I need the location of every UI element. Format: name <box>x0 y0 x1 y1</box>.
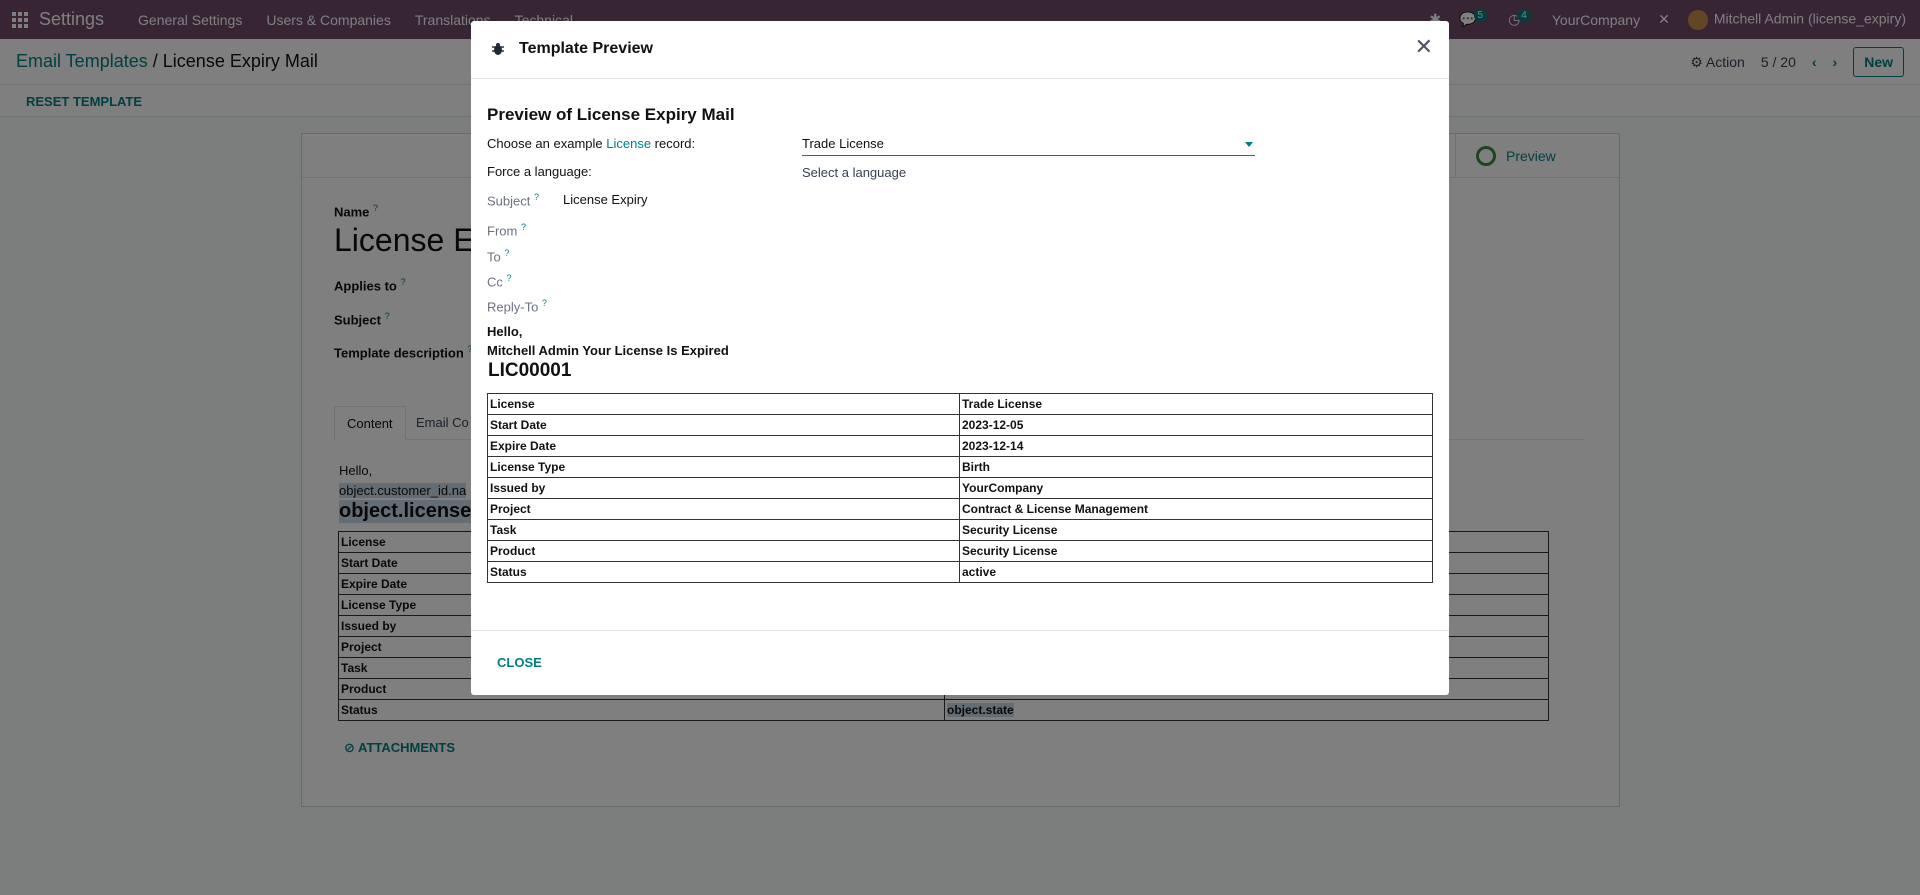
bug-icon <box>492 43 504 55</box>
table-cell: License Type <box>487 456 960 478</box>
table-row: Status active <box>487 561 1433 583</box>
template-preview-dialog: Template Preview ✕ Preview of License Ex… <box>471 21 1449 695</box>
table-cell: YourCompany <box>959 477 1433 499</box>
choose-record-label: Choose an example License record: <box>487 136 696 151</box>
table-row: License Trade License <box>487 393 1433 415</box>
force-language-label: Force a language: <box>487 164 592 179</box>
table-row: Start Date 2023-12-05 <box>487 414 1433 436</box>
table-row: Expire Date 2023-12-14 <box>487 435 1433 457</box>
modal-header: Template Preview ✕ <box>471 21 1449 79</box>
table-cell: Start Date <box>487 414 960 436</box>
close-icon[interactable]: ✕ <box>1415 36 1433 58</box>
table-cell: 2023-12-14 <box>959 435 1433 457</box>
table-cell: active <box>959 561 1433 583</box>
table-cell: Security License <box>959 540 1433 562</box>
table-row: Project Contract & License Management <box>487 498 1433 520</box>
record-select-value: Trade License <box>802 136 884 151</box>
table-cell: Expire Date <box>487 435 960 457</box>
modal-footer: CLOSE <box>471 630 1449 695</box>
table-cell: Birth <box>959 456 1433 478</box>
table-cell: License <box>487 393 960 415</box>
preview-license-number: LIC00001 <box>488 360 572 381</box>
preview-subject-value: License Expiry <box>563 192 648 207</box>
close-button[interactable]: CLOSE <box>497 655 542 670</box>
preview-subject-label: Subject ? <box>487 192 540 209</box>
table-cell: Security License <box>959 519 1433 541</box>
record-model-link[interactable]: License <box>606 136 651 151</box>
table-cell: Issued by <box>487 477 960 499</box>
preview-to-label: To ? <box>487 248 510 265</box>
language-select[interactable]: Select a language <box>802 165 906 180</box>
preview-cc-label: Cc ? <box>487 273 512 290</box>
table-row: Issued by YourCompany <box>487 477 1433 499</box>
caret-down-icon <box>1245 142 1253 147</box>
preview-reply-to-label: Reply-To ? <box>487 298 547 315</box>
preview-heading: Preview of License Expiry Mail <box>487 105 735 124</box>
record-select[interactable]: Trade License <box>802 136 1255 156</box>
table-cell: Product <box>487 540 960 562</box>
table-cell: Status <box>487 561 960 583</box>
table-row: License Type Birth <box>487 456 1433 478</box>
table-row: Task Security License <box>487 519 1433 541</box>
table-cell: 2023-12-05 <box>959 414 1433 436</box>
preview-license-table: License Trade License Start Date 2023-12-0… <box>487 393 1433 583</box>
table-cell: Contract & License Management <box>959 498 1433 520</box>
preview-body-hello: Hello, <box>487 324 523 339</box>
table-cell: Project <box>487 498 960 520</box>
table-cell: Trade License <box>959 393 1433 415</box>
preview-from-label: From ? <box>487 222 526 239</box>
modal-title: Template Preview <box>519 40 653 57</box>
preview-body-line: Mitchell Admin Your License Is Expired <box>487 343 729 358</box>
table-row: Product Security License <box>487 540 1433 562</box>
table-cell: Task <box>487 519 960 541</box>
